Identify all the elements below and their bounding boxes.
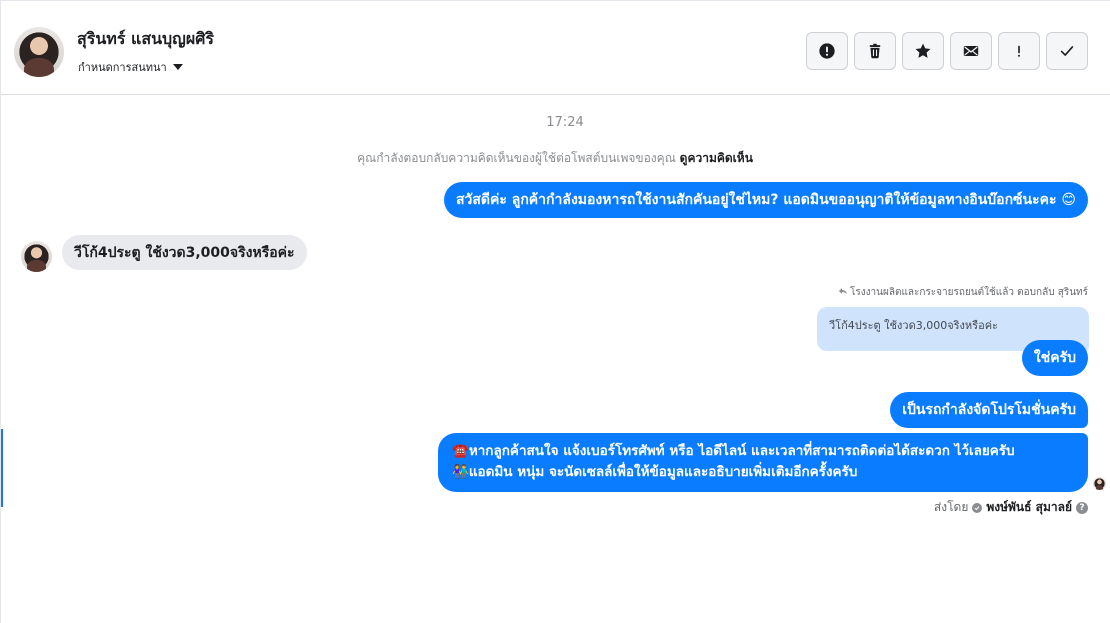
contact-avatar[interactable] [14,27,64,77]
important-button[interactable] [998,32,1040,70]
conversation-header: สุรินทร์ แสนบุญผศิริ กำหนดการสนทนา [1,1,1110,95]
header-toolbar [806,32,1088,70]
message-line-text: หากลูกค้าสนใจ แจ้งเบอร์โทรศัพท์ หรือ ไอด… [468,443,1015,459]
reply-context: โรงงานผลิตและกระจายรถยนต์ใช้แล้ว ตอบกลับ… [838,285,1088,300]
messenger-conversation: สุรินทร์ แสนบุญผศิริ กำหนดการสนทนา 17:24… [0,0,1110,623]
check-icon [1060,46,1074,56]
assign-conversation-dropdown[interactable]: กำหนดการสนทนา [78,58,183,76]
message-line: ☎️หากลูกค้าสนใจ แจ้งเบอร์โทรศัพท์ หรือ ไ… [452,441,1074,462]
star-button[interactable] [902,32,944,70]
couple-icon: 👫 [452,464,469,480]
reply-context-text: โรงงานผลิตและกระจายรถยนต์ใช้แล้ว ตอบกลับ… [850,287,1088,298]
outgoing-message[interactable]: สวัสดีค่ะ ลูกค้ากำลังมองหารถใช้งานสักคัน… [443,182,1088,218]
verified-check-icon [972,502,983,513]
outgoing-message[interactable]: เป็นรถกำลังจัดโปรโมชั่นครับ [890,392,1088,428]
outgoing-message[interactable]: ☎️หากลูกค้าสนใจ แจ้งเบอร์โทรศัพท์ หรือ ไ… [438,433,1088,492]
trash-icon [869,43,881,59]
selection-indicator [1,429,3,507]
reply-arrow-icon [838,286,848,299]
message-line: 👫แอดมิน หนุ่ม จะนัดเซลล์เพื่อให้ข้อมูลแล… [452,462,1074,483]
context-text: คุณกำลังตอบกลับความคิดเห็นของผู้ใช้ต่อโพ… [357,151,676,165]
help-icon[interactable]: ? [1076,501,1088,514]
alert-circle-icon [819,43,835,59]
done-button[interactable] [1046,32,1088,70]
view-comment-link[interactable]: ดูความคิดเห็น [680,151,753,165]
sent-by-label: ส่งโดย [933,500,969,514]
outgoing-message[interactable]: ใช่ครับ [1021,340,1088,376]
star-icon [915,43,931,58]
exclamation-icon [1018,45,1020,57]
read-receipt-avatar [1093,477,1106,490]
delete-button[interactable] [854,32,896,70]
message-timestamp: 17:24 [546,115,584,130]
message-line-text: แอดมิน หนุ่ม จะนัดเซลล์เพื่อให้ข้อมูลและ… [468,464,858,480]
envelope-icon [963,46,979,56]
contact-name[interactable]: สุรินทร์ แสนบุญผศิริ [77,27,214,52]
telephone-icon: ☎️ [452,443,469,459]
caret-down-icon [172,64,183,70]
sent-by-agent[interactable]: พงษ์พันธ์ สุมาลย์ [986,498,1072,517]
sent-by-info: ส่งโดย พงษ์พันธ์ สุมาลย์ ? [934,498,1088,517]
comment-context-notice: คุณกำลังตอบกลับความคิดเห็นของผู้ใช้ต่อโพ… [1,149,1109,168]
incoming-message[interactable]: วีโก้4ประตู ใช้งวด3,000จริงหรือค่ะ [62,235,307,270]
assign-label: กำหนดการสนทนา [78,61,167,74]
contact-avatar-small [21,241,52,272]
report-button[interactable] [806,32,848,70]
mark-unread-button[interactable] [950,32,992,70]
